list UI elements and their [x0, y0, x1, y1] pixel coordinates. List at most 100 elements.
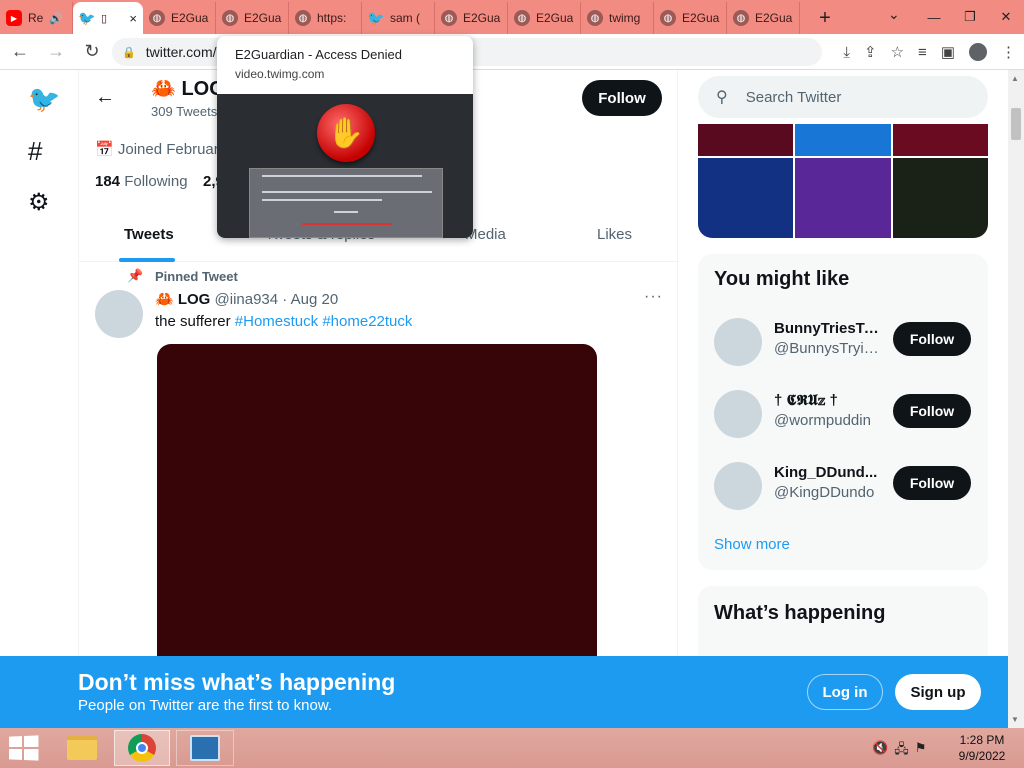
menu-kebab-icon[interactable]: ⋮: [1001, 43, 1016, 61]
hover-card-title: E2Guardian - Access Denied: [235, 47, 402, 62]
windows-start-icon[interactable]: [9, 735, 39, 761]
browser-tab[interactable]: 🐦 sam (: [362, 2, 435, 34]
hover-card-url: video.twimg.com: [235, 67, 325, 81]
new-tab-button[interactable]: +: [808, 2, 842, 34]
signup-button[interactable]: Sign up: [895, 674, 981, 710]
follow-button[interactable]: Follow: [893, 322, 971, 356]
suggestion-item[interactable]: † 𝕮𝕽𝖀𝕫 † @wormpuddin Follow: [698, 386, 988, 458]
banner-subtitle: People on Twitter are the first to know.: [78, 697, 333, 714]
browser-tab[interactable]: ◍ E2Gua: [143, 2, 216, 34]
browser-tab-active[interactable]: 🐦 ▯ ×: [73, 2, 143, 34]
tab-overflow-icon: ▯: [101, 12, 108, 25]
browser-tab[interactable]: ◍ twimg: [581, 2, 654, 34]
calendar-icon: 📅: [95, 141, 118, 158]
hover-card-preview: ✋: [217, 94, 473, 238]
remote-desktop-taskbar-button[interactable]: [176, 730, 234, 766]
text-line: [302, 223, 392, 225]
twitter-icon: 🐦: [78, 9, 96, 26]
suggestion-item[interactable]: King_DDund... @KingDDundo Follow: [698, 458, 988, 530]
suggestion-item[interactable]: BunnyTriesTo... @BunnysTryin... Follow: [698, 314, 988, 386]
following-link[interactable]: 184 Following: [95, 173, 188, 190]
tab-hover-card: E2Guardian - Access Denied video.twimg.c…: [217, 36, 473, 238]
explore-hashtag-icon[interactable]: #: [28, 136, 42, 167]
avatar[interactable]: [714, 318, 762, 366]
speaker-icon[interactable]: 🔊: [49, 12, 63, 25]
media-thumbnail[interactable]: [698, 124, 794, 156]
globe-icon: ◍: [660, 10, 676, 26]
tab-search-dropdown-icon[interactable]: ⌄: [888, 6, 900, 23]
avatar[interactable]: [714, 390, 762, 438]
tab-likes[interactable]: Likes: [597, 226, 632, 243]
hashtag-link[interactable]: #Homestuck: [235, 313, 318, 330]
browser-tab[interactable]: ◍ E2Gua: [435, 2, 508, 34]
panel-title: You might like: [714, 268, 850, 290]
minimize-button[interactable]: —: [916, 10, 952, 25]
profile-avatar-icon[interactable]: [969, 43, 987, 61]
install-icon[interactable]: ⤓: [843, 44, 850, 61]
file-explorer-taskbar-button[interactable]: [60, 730, 104, 766]
browser-tab-strip: ▶ Re 🔊 🐦 ▯ × ◍ E2Gua ◍ E2Gua ◍ https: 🐦 sam ( ◍ E…: [0, 0, 1024, 34]
avatar[interactable]: [714, 462, 762, 510]
active-tab-indicator: [119, 258, 175, 262]
restore-button[interactable]: ❐: [952, 9, 988, 25]
hashtag-link[interactable]: #home22tuck: [322, 313, 412, 330]
media-control-icon[interactable]: ≡: [918, 44, 927, 61]
tweet-author[interactable]: 🦀 LOG @iina934 · Aug 20: [155, 290, 338, 308]
media-thumbnail[interactable]: [795, 124, 891, 156]
avatar[interactable]: [95, 290, 143, 338]
chrome-taskbar-button[interactable]: [114, 730, 170, 766]
media-thumbnail[interactable]: [698, 158, 794, 238]
action-center-icon[interactable]: ⚑: [915, 740, 927, 762]
text-line: [262, 191, 432, 193]
system-clock[interactable]: 1:28 PM 9/9/2022: [952, 732, 1012, 764]
banner-title: Don’t miss what’s happening: [78, 669, 396, 695]
globe-icon: ◍: [441, 10, 457, 26]
media-thumbnail[interactable]: [892, 124, 988, 156]
share-icon[interactable]: ⇪: [864, 43, 877, 61]
media-thumbnail[interactable]: [892, 158, 988, 238]
browser-tab[interactable]: ◍ https:: [289, 2, 362, 34]
folder-icon: [67, 736, 97, 760]
tab-tweets[interactable]: Tweets: [124, 226, 174, 243]
browser-tab[interactable]: ◍ E2Gua: [727, 2, 800, 34]
text-line: [262, 199, 382, 201]
browser-tab[interactable]: ◍ E2Gua: [654, 2, 727, 34]
side-panel-icon[interactable]: ▣: [941, 43, 955, 61]
whats-happening-panel: What’s happening: [698, 586, 988, 656]
signup-banner: Don’t miss what’s happening People on Tw…: [0, 656, 1008, 728]
follow-button[interactable]: Follow: [893, 466, 971, 500]
twitter-logo-icon[interactable]: 🐦: [28, 84, 60, 115]
login-button[interactable]: Log in: [807, 674, 883, 710]
media-thumbnail[interactable]: [795, 158, 891, 238]
page-scrollbar[interactable]: ▲ ▼: [1008, 70, 1024, 728]
back-icon[interactable]: ←: [4, 41, 36, 62]
tweet-more-icon[interactable]: ···: [644, 288, 663, 306]
tab-close-icon[interactable]: ×: [129, 11, 137, 26]
toolbar-icons: ⤓ ⇪ ☆ ≡ ▣ ⋮: [843, 34, 1016, 70]
scroll-down-icon[interactable]: ▼: [1011, 715, 1019, 724]
browser-toolbar: ← → ↻ 🔒 twitter.com/ ⤓ ⇪ ☆ ≡ ▣ ⋮: [0, 34, 1024, 70]
show-more-link[interactable]: Show more: [714, 536, 790, 553]
forward-icon[interactable]: →: [40, 41, 72, 62]
lock-icon[interactable]: 🔒: [122, 46, 136, 59]
window-controls: — ❐ ✕: [916, 0, 1024, 34]
follow-button[interactable]: Follow: [582, 80, 662, 116]
reload-icon[interactable]: ↻: [76, 41, 108, 62]
globe-icon: ◍: [587, 10, 603, 26]
twitter-page: 🐦 # ⚙ ← 🦀 LOG 309 Tweets Follow 📅 Joined…: [0, 70, 1008, 656]
follow-button[interactable]: Follow: [893, 394, 971, 428]
volume-muted-icon[interactable]: 🔇: [872, 740, 888, 762]
bookmark-star-icon[interactable]: ☆: [891, 43, 904, 61]
settings-gear-icon[interactable]: ⚙: [28, 188, 50, 217]
tweet-media[interactable]: [157, 344, 597, 656]
browser-tab[interactable]: ◍ E2Gua: [508, 2, 581, 34]
scroll-up-icon[interactable]: ▲: [1011, 74, 1019, 83]
close-window-button[interactable]: ✕: [988, 9, 1024, 25]
joined-date: 📅 Joined February: [95, 141, 227, 158]
scrollbar-thumb[interactable]: [1011, 108, 1021, 140]
browser-tab[interactable]: ◍ E2Gua: [216, 2, 289, 34]
back-arrow-icon[interactable]: ←: [95, 86, 115, 109]
search-input[interactable]: ⚲ Search Twitter: [698, 76, 988, 118]
browser-tab[interactable]: ▶ Re 🔊: [0, 2, 73, 34]
network-icon[interactable]: 🖧: [894, 740, 909, 762]
